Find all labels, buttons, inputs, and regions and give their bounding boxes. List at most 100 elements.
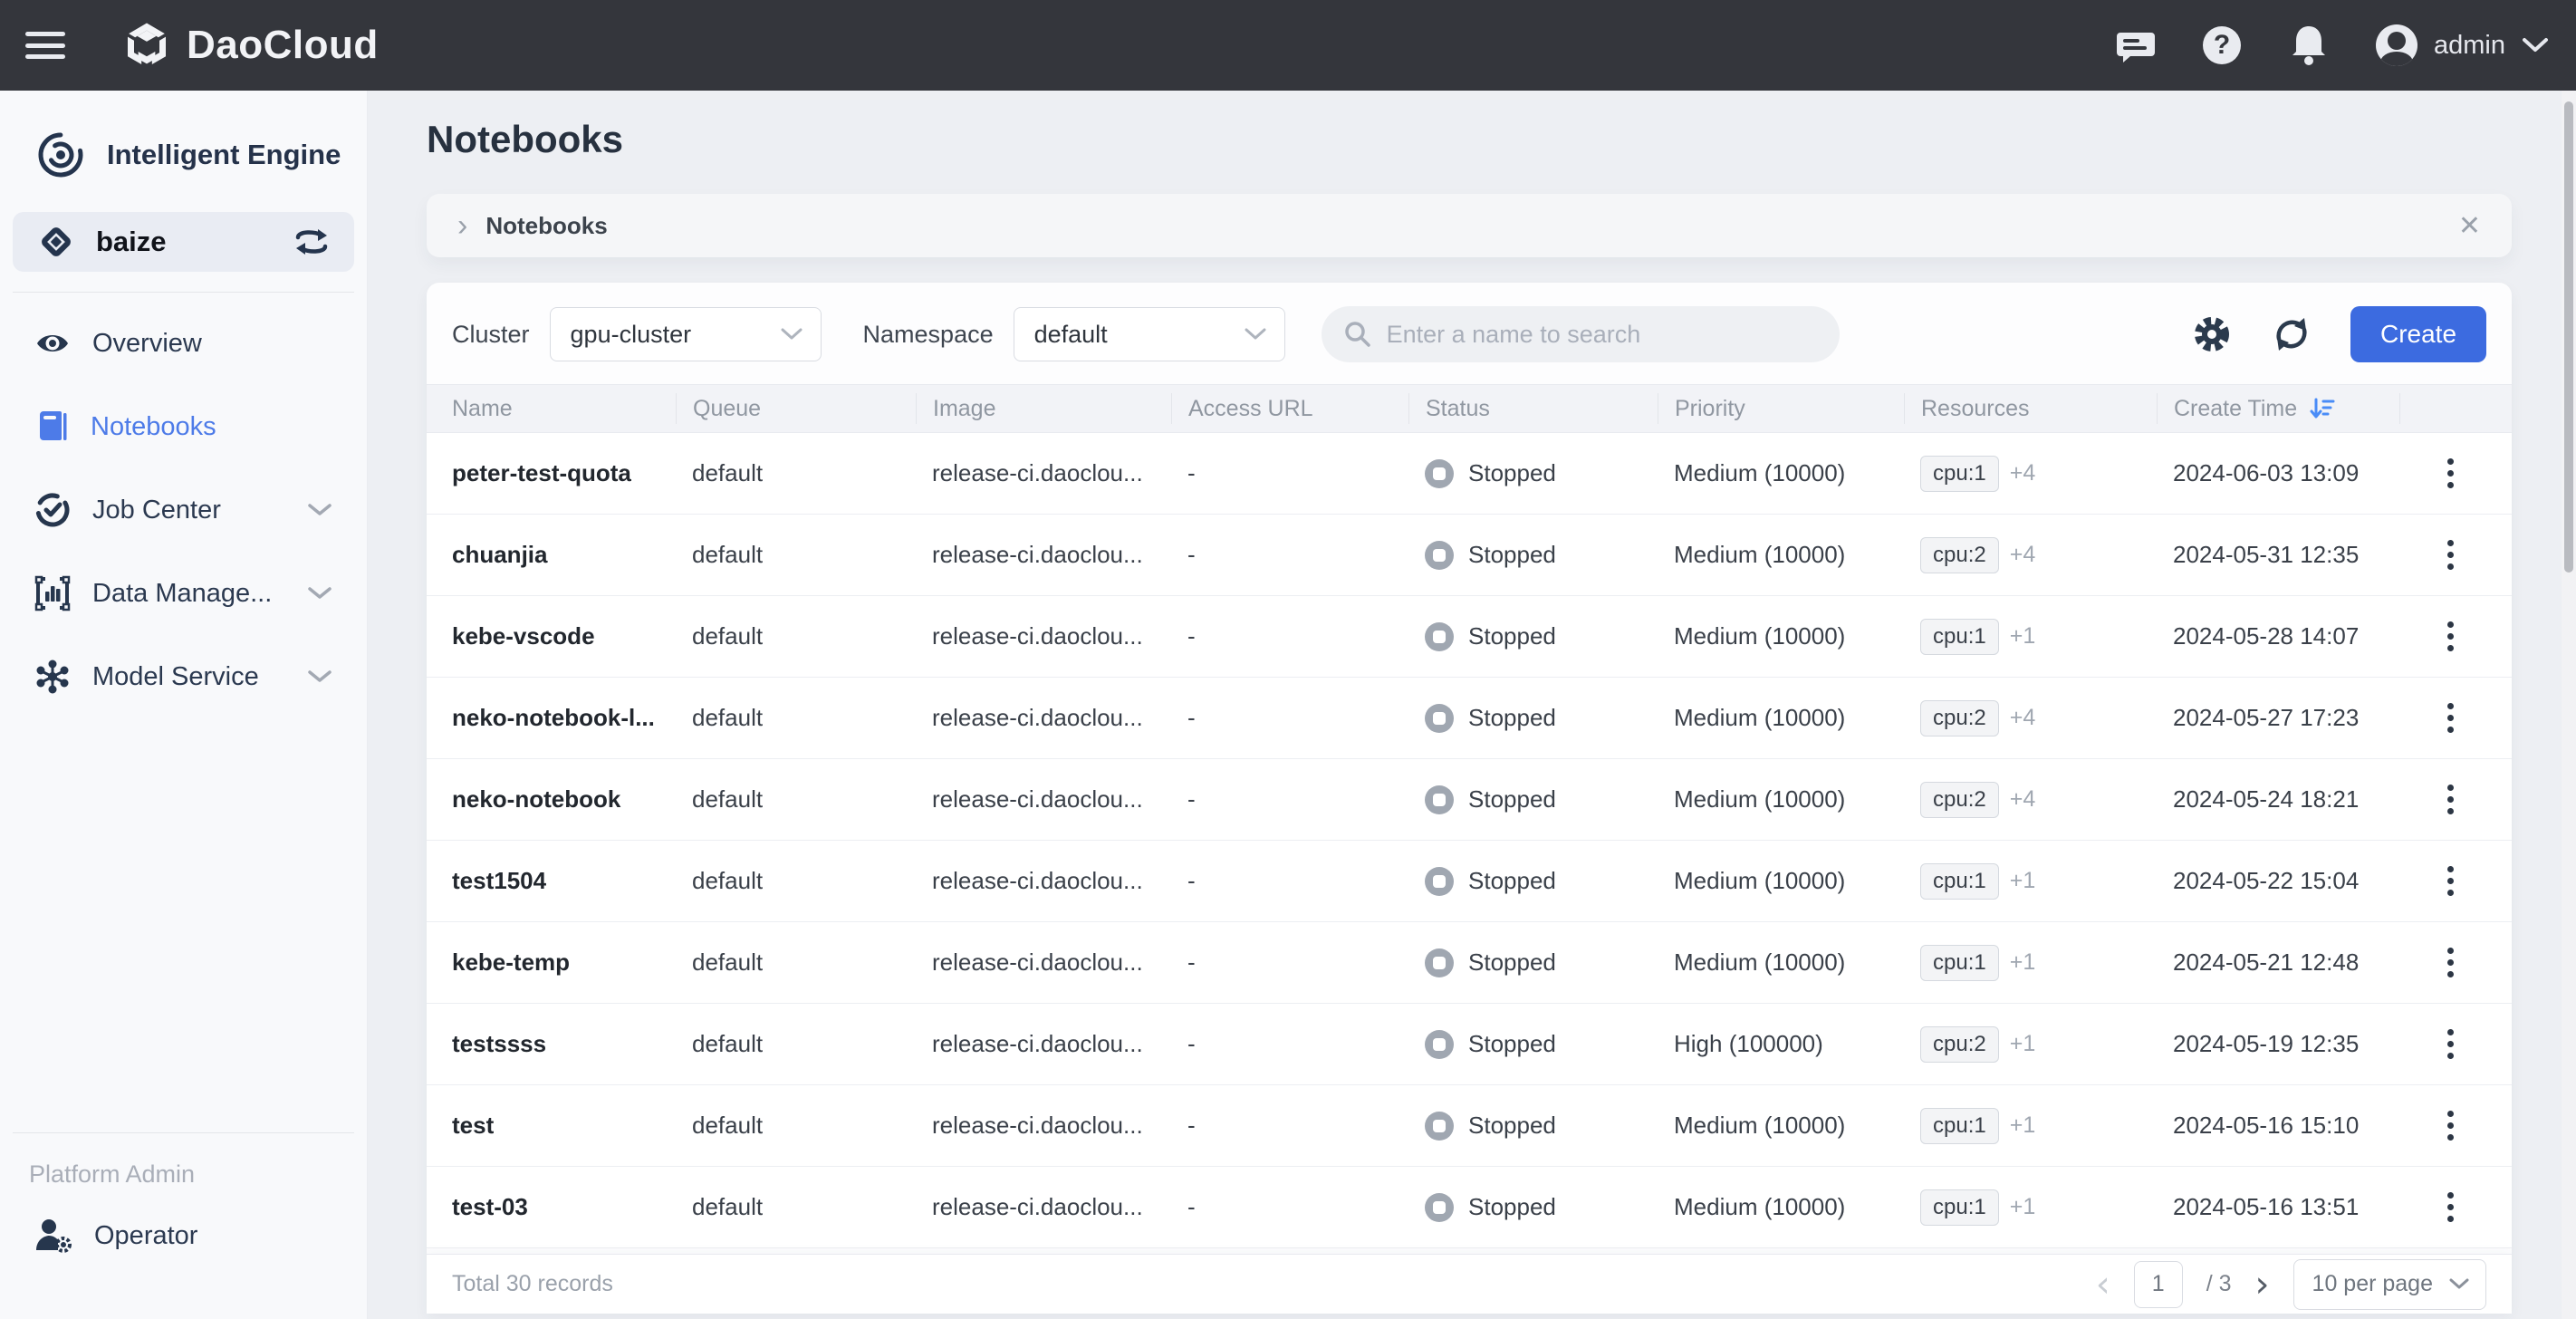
sidebar-item-label: Data Manage... xyxy=(92,579,272,609)
cell-priority: Medium (10000) xyxy=(1658,1112,1904,1140)
user-menu[interactable]: admin xyxy=(2376,24,2549,66)
cell-name[interactable]: test-03 xyxy=(427,1193,676,1221)
next-page-icon[interactable]: › xyxy=(2255,1266,2270,1303)
cell-priority: Medium (10000) xyxy=(1658,459,1904,487)
col-priority[interactable]: Priority xyxy=(1658,393,1904,424)
table-row[interactable]: peter-test-quota default release-ci.daoc… xyxy=(427,433,2512,515)
scrollbar-thumb[interactable] xyxy=(2564,101,2573,573)
col-image[interactable]: Image xyxy=(916,393,1171,424)
col-resources[interactable]: Resources xyxy=(1904,393,2157,424)
resource-extra: +1 xyxy=(2010,949,2036,975)
eye-icon xyxy=(34,329,71,358)
stopped-status-icon xyxy=(1425,1030,1454,1059)
col-actions xyxy=(2399,393,2512,424)
cell-name[interactable]: kebe-temp xyxy=(427,948,676,977)
row-actions-kebab-icon[interactable] xyxy=(2416,458,2512,488)
table-row[interactable]: kebe-vscode default release-ci.daoclou..… xyxy=(427,596,2512,678)
row-actions-kebab-icon[interactable] xyxy=(2416,948,2512,977)
refresh-icon[interactable] xyxy=(2271,313,2312,355)
page-scrollbar[interactable] xyxy=(2562,91,2576,1319)
row-actions-kebab-icon[interactable] xyxy=(2416,1029,2512,1059)
cell-resources: cpu:1+1 xyxy=(1904,863,2157,900)
namespace-label: Namespace xyxy=(863,321,994,349)
close-icon[interactable]: ✕ xyxy=(2458,210,2481,242)
cell-resources: cpu:2+4 xyxy=(1904,537,2157,573)
cell-priority: Medium (10000) xyxy=(1658,867,1904,895)
sidebar-item-job-center[interactable]: Job Center xyxy=(13,481,354,539)
cell-name[interactable]: test1504 xyxy=(427,867,676,895)
row-actions-kebab-icon[interactable] xyxy=(2416,703,2512,733)
current-page-input[interactable]: 1 xyxy=(2134,1261,2183,1308)
table-row[interactable]: test1504 default release-ci.daoclou... -… xyxy=(427,841,2512,922)
row-actions-kebab-icon[interactable] xyxy=(2416,1192,2512,1222)
cell-name[interactable]: chuanjia xyxy=(427,541,676,569)
cell-access-url: - xyxy=(1171,948,1408,977)
cell-resources: cpu:1+1 xyxy=(1904,945,2157,981)
settings-gear-icon[interactable] xyxy=(2191,313,2233,355)
sidebar-item-overview[interactable]: Overview xyxy=(13,314,354,372)
sidebar-item-operator[interactable]: Operator xyxy=(13,1207,354,1265)
sidebar-item-model-service[interactable]: Model Service xyxy=(13,648,354,706)
stopped-status-icon xyxy=(1425,1112,1454,1141)
create-button[interactable]: Create xyxy=(2350,306,2486,362)
cell-name[interactable]: neko-notebook xyxy=(427,785,676,814)
breadcrumb-item[interactable]: Notebooks xyxy=(485,212,607,240)
cell-image: release-ci.daoclou... xyxy=(916,1193,1171,1221)
search-box xyxy=(1322,306,1840,362)
menu-toggle-icon[interactable] xyxy=(25,32,65,59)
cell-priority: Medium (10000) xyxy=(1658,622,1904,650)
search-input[interactable] xyxy=(1387,321,1821,349)
cell-name[interactable]: peter-test-quota xyxy=(427,459,676,487)
cell-name[interactable]: kebe-vscode xyxy=(427,622,676,650)
cell-priority: Medium (10000) xyxy=(1658,1193,1904,1221)
cell-name[interactable]: neko-notebook-l... xyxy=(427,704,676,732)
cluster-select[interactable]: gpu-cluster xyxy=(550,307,822,361)
cell-name[interactable]: testssss xyxy=(427,1030,676,1058)
notifications-bell-icon[interactable] xyxy=(2289,25,2329,65)
cell-status: Stopped xyxy=(1408,1112,1658,1141)
table-row[interactable]: chuanjia default release-ci.daoclou... -… xyxy=(427,515,2512,596)
row-actions-kebab-icon[interactable] xyxy=(2416,1111,2512,1141)
cell-actions xyxy=(2399,1029,2512,1059)
messages-icon[interactable] xyxy=(2115,25,2155,65)
table-row[interactable]: neko-notebook default release-ci.daoclou… xyxy=(427,759,2512,841)
col-status[interactable]: Status xyxy=(1408,393,1658,424)
col-queue[interactable]: Queue xyxy=(676,393,916,424)
col-name[interactable]: Name xyxy=(427,393,676,424)
sidebar-item-data-management[interactable]: Data Manage... xyxy=(13,564,354,622)
cell-queue: default xyxy=(676,1030,916,1058)
row-actions-kebab-icon[interactable] xyxy=(2416,866,2512,896)
row-actions-kebab-icon[interactable] xyxy=(2416,540,2512,570)
namespace-select[interactable]: default xyxy=(1014,307,1285,361)
switch-workspace-icon[interactable] xyxy=(293,226,331,257)
cell-access-url: - xyxy=(1171,622,1408,650)
sidebar-item-notebooks[interactable]: Notebooks xyxy=(13,398,354,456)
cell-access-url: - xyxy=(1171,785,1408,814)
table-row[interactable]: kebe-temp default release-ci.daoclou... … xyxy=(427,922,2512,1004)
row-actions-kebab-icon[interactable] xyxy=(2416,621,2512,651)
table-row[interactable]: neko-notebook-l... default release-ci.da… xyxy=(427,678,2512,759)
help-icon[interactable]: ? xyxy=(2202,25,2242,65)
table-row[interactable]: test-03 default release-ci.daoclou... - … xyxy=(427,1167,2512,1248)
cell-queue: default xyxy=(676,459,916,487)
page-size-select[interactable]: 10 per page xyxy=(2293,1259,2486,1310)
table-row[interactable]: test default release-ci.daoclou... - Sto… xyxy=(427,1085,2512,1167)
resource-chip: cpu:2 xyxy=(1920,537,1999,573)
model-nodes-icon xyxy=(34,659,71,695)
sort-descending-icon[interactable] xyxy=(2310,396,2335,421)
row-actions-kebab-icon[interactable] xyxy=(2416,785,2512,814)
sidebar-item-label: Overview xyxy=(92,329,202,359)
col-access-url[interactable]: Access URL xyxy=(1171,393,1408,424)
main-content: Notebooks › Notebooks ✕ Cluster gpu-clus… xyxy=(369,91,2576,1319)
cell-access-url: - xyxy=(1171,867,1408,895)
cell-queue: default xyxy=(676,541,916,569)
cell-name[interactable]: test xyxy=(427,1112,676,1140)
stopped-status-icon xyxy=(1425,704,1454,733)
cell-create-time: 2024-05-24 18:21 xyxy=(2157,785,2399,814)
col-create-time[interactable]: Create Time xyxy=(2157,393,2399,424)
workspace-switcher[interactable]: baize xyxy=(13,212,354,272)
cell-status: Stopped xyxy=(1408,704,1658,733)
sidebar-divider xyxy=(13,292,354,293)
prev-page-icon[interactable]: ‹ xyxy=(2096,1266,2110,1303)
table-row[interactable]: testssss default release-ci.daoclou... -… xyxy=(427,1004,2512,1085)
